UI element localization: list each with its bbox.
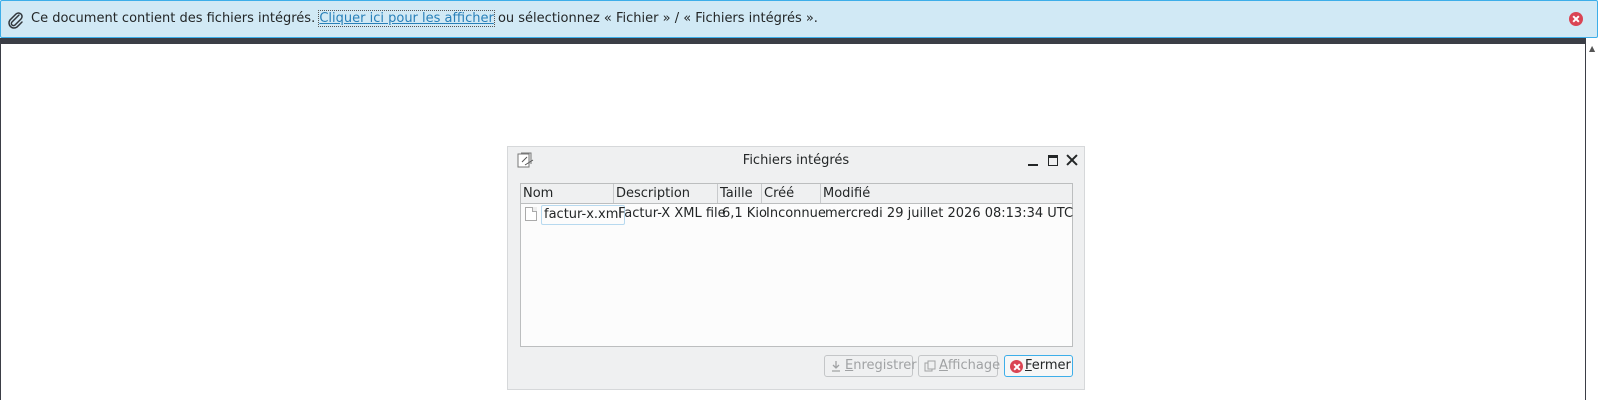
scroll-up-arrow-icon[interactable]: ▲ bbox=[1589, 44, 1595, 53]
save-button[interactable]: Enregistrer bbox=[824, 355, 917, 377]
close-notification-icon[interactable] bbox=[1569, 12, 1583, 26]
table-header: Nom Description Taille Créé Modifié bbox=[521, 184, 1072, 204]
file-size-cell: 6,1 Kio bbox=[722, 206, 767, 221]
save-accesskey: E bbox=[845, 358, 854, 373]
document-frame-border bbox=[0, 38, 1585, 44]
close-button[interactable]: Fermer bbox=[1004, 355, 1073, 377]
document-frame-left-border bbox=[0, 44, 1, 400]
xml-file-icon bbox=[525, 207, 537, 221]
show-embedded-files-link[interactable]: Cliquer ici pour les afficher bbox=[318, 10, 495, 27]
close-icon bbox=[1010, 360, 1023, 373]
notification-text-before: Ce document contient des fichiers intégr… bbox=[31, 11, 320, 26]
paperclip-icon bbox=[8, 12, 23, 29]
dialog-title: Fichiers intégrés bbox=[742, 153, 850, 168]
view-button[interactable]: Affichage bbox=[918, 355, 1001, 377]
column-header-description[interactable]: Description bbox=[614, 184, 718, 203]
embedded-files-table[interactable]: Nom Description Taille Créé Modifié fact… bbox=[520, 183, 1073, 347]
notification-message: Ce document contient des fichiers intégr… bbox=[31, 10, 818, 27]
view-button-label: ffichage bbox=[947, 358, 1001, 373]
file-created-cell: Inconnue bbox=[766, 206, 826, 221]
save-icon bbox=[832, 361, 840, 372]
embedded-files-notification-bar: Ce document contient des fichiers intégr… bbox=[0, 0, 1598, 38]
dialog-titlebar[interactable]: Fichiers intégrés bbox=[508, 147, 1084, 177]
view-icon bbox=[924, 360, 936, 372]
file-name-cell[interactable]: factur-x.xml bbox=[541, 205, 626, 225]
close-accesskey: F bbox=[1025, 358, 1032, 373]
close-window-icon[interactable] bbox=[1065, 153, 1079, 167]
embedded-files-dialog: Fichiers intégrés Nom Description Taille… bbox=[507, 146, 1085, 390]
column-header-modified[interactable]: Modifié bbox=[821, 184, 1072, 203]
notification-text-after: ou sélectionnez « Fichier » / « Fichiers… bbox=[493, 11, 818, 26]
close-button-label: ermer bbox=[1031, 358, 1071, 373]
file-description-cell: Factur-X XML file bbox=[618, 206, 726, 221]
column-header-created[interactable]: Créé bbox=[762, 184, 821, 203]
view-accesskey: A bbox=[939, 358, 948, 373]
column-header-size[interactable]: Taille bbox=[718, 184, 762, 203]
minimize-icon[interactable] bbox=[1026, 153, 1040, 167]
vertical-scrollbar[interactable]: ▲ bbox=[1585, 38, 1600, 400]
file-modified-cell: mercredi 29 juillet 2026 08:13:34 UTC bbox=[825, 206, 1074, 221]
column-header-name[interactable]: Nom bbox=[521, 184, 614, 203]
save-button-label: nregistrer bbox=[853, 358, 917, 373]
table-row[interactable]: factur-x.xml Factur-X XML file 6,1 Kio I… bbox=[521, 204, 1074, 225]
maximize-icon[interactable] bbox=[1046, 153, 1060, 167]
